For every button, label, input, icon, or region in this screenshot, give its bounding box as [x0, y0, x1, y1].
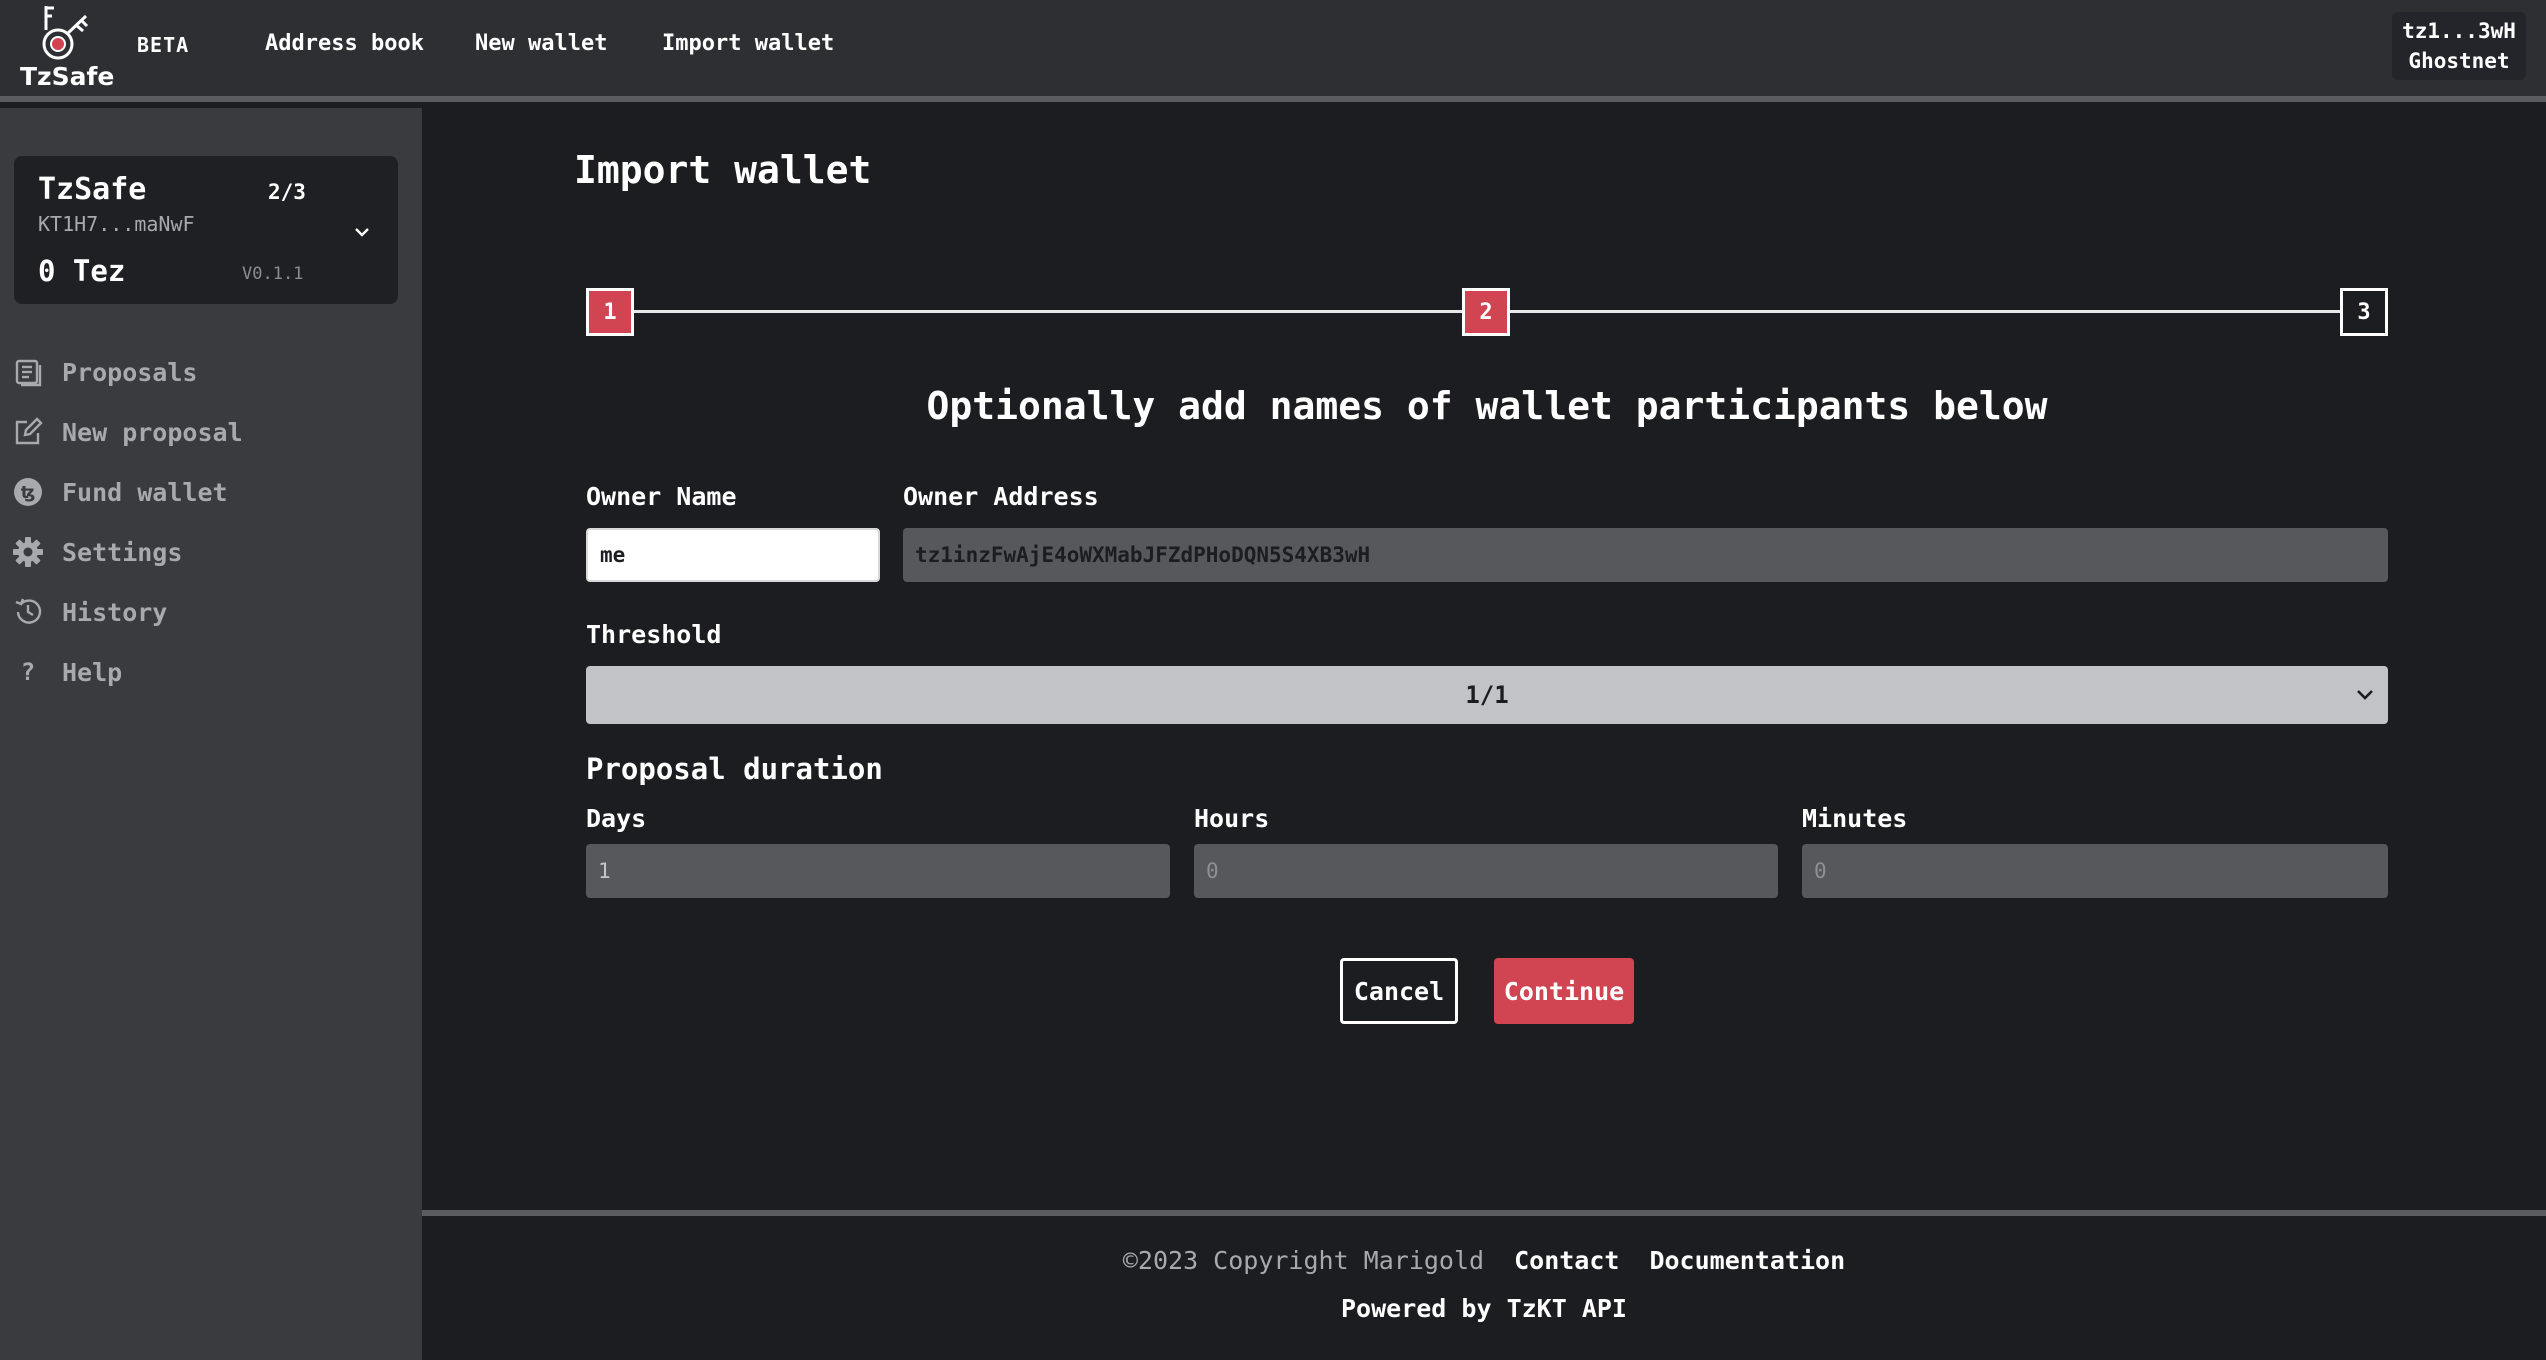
owner-name-label: Owner Name [586, 482, 737, 511]
sidebar-item-label: History [62, 597, 168, 627]
wallet-balance: 0 Tez [38, 254, 126, 288]
wallet-selector[interactable]: TzSafe 2/3 KT1H7...maNwF 0 Tez V0.1.1 [14, 156, 398, 304]
threshold-value: 1/1 [1465, 681, 1509, 709]
documentation-link[interactable]: Documentation [1649, 1246, 1845, 1275]
sidebar-item-settings[interactable]: Settings [12, 532, 182, 572]
wallet-threshold: 2/3 [268, 180, 306, 204]
powered-by-text[interactable]: Powered by TzKT API [422, 1294, 2546, 1323]
continue-button[interactable]: Continue [1494, 958, 1634, 1024]
stepper: 1 2 3 [586, 288, 2388, 336]
main-content: Import wallet 1 2 3 Optionally add names… [422, 108, 2546, 1210]
wallet-name: TzSafe [38, 172, 147, 207]
question-icon: ? [20, 658, 36, 686]
copyright-text: ©2023 Copyright Marigold [1122, 1246, 1485, 1275]
minutes-input[interactable]: 0 [1802, 844, 2388, 898]
step-2: 2 [1462, 288, 1510, 336]
proposal-duration-title: Proposal duration [586, 752, 883, 786]
logo-text: TzSafe [20, 62, 115, 91]
beta-badge: BETA [137, 33, 190, 57]
owner-address-label: Owner Address [903, 482, 1099, 511]
network-name: Ghostnet [2408, 49, 2510, 73]
gear-icon [12, 536, 44, 568]
nav-import-wallet[interactable]: Import wallet [662, 31, 834, 56]
owner-address-field: tz1inzFwAjE4oWXMabJFZdPHoDQN5S4XB3wH [903, 528, 2388, 582]
footer: ©2023 Copyright Marigold Contact Documenta… [422, 1210, 2546, 1360]
sidebar-item-help[interactable]: ? Help [12, 652, 122, 692]
minutes-label: Minutes [1802, 804, 1908, 833]
cancel-button[interactable]: Cancel [1340, 958, 1458, 1024]
sidebar: TzSafe 2/3 KT1H7...maNwF 0 Tez V0.1.1 Pr… [0, 108, 422, 1360]
sidebar-item-label: New proposal [62, 417, 243, 447]
threshold-select[interactable]: 1/1 [586, 666, 2388, 724]
wallet-address: KT1H7...maNwF [38, 212, 195, 236]
svg-text:ꜩ: ꜩ [21, 483, 36, 503]
step-1: 1 [586, 288, 634, 336]
sidebar-item-label: Help [62, 657, 123, 687]
edit-icon [12, 416, 44, 448]
app-version: V0.1.1 [242, 264, 304, 284]
account-button[interactable]: tz1...3wH Ghostnet [2392, 12, 2526, 80]
sidebar-item-label: Settings [62, 537, 183, 567]
chevron-down-icon[interactable] [352, 222, 372, 242]
top-bar: TzSafe BETA Address book New wallet Impo… [0, 0, 2546, 102]
days-input[interactable]: 1 [586, 844, 1170, 898]
sidebar-item-fund-wallet[interactable]: ꜩ Fund wallet [12, 472, 228, 512]
sidebar-item-label: Fund wallet [62, 477, 228, 507]
sidebar-item-label: Proposals [62, 357, 198, 387]
tzsafe-logo[interactable]: TzSafe [20, 4, 115, 92]
hours-label: Hours [1194, 804, 1270, 833]
threshold-label: Threshold [586, 620, 722, 649]
sidebar-item-proposals[interactable]: Proposals [12, 352, 197, 392]
step-3: 3 [2340, 288, 2388, 336]
tzsafe-logo-icon [42, 6, 89, 60]
sidebar-item-history[interactable]: History [12, 592, 167, 632]
history-icon [12, 596, 44, 628]
nav-new-wallet[interactable]: New wallet [475, 31, 607, 56]
hours-input[interactable]: 0 [1194, 844, 1778, 898]
chevron-down-icon [2357, 690, 2373, 700]
page-title: Import wallet [574, 148, 872, 192]
owner-name-input[interactable]: me [586, 528, 880, 582]
section-subtitle: Optionally add names of wallet participa… [926, 384, 2048, 428]
tezos-coin-icon: ꜩ [12, 476, 44, 508]
document-list-icon [12, 356, 44, 388]
days-label: Days [586, 804, 647, 833]
contact-link[interactable]: Contact [1514, 1246, 1619, 1275]
sidebar-item-new-proposal[interactable]: New proposal [12, 412, 243, 452]
account-address: tz1...3wH [2402, 19, 2516, 43]
nav-address-book[interactable]: Address book [265, 31, 424, 56]
footer-links: ©2023 Copyright Marigold Contact Documenta… [422, 1246, 2546, 1275]
